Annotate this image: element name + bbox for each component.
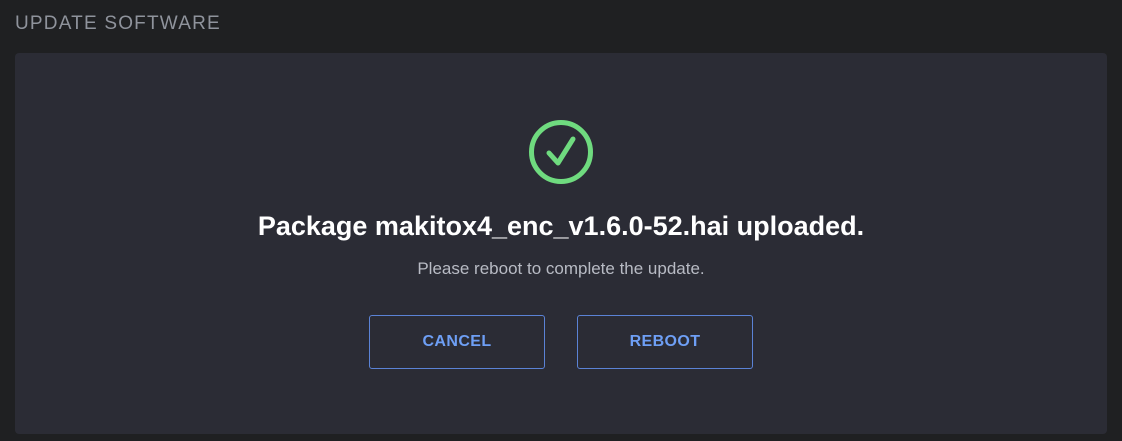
upload-result-panel: Package makitox4_enc_v1.6.0-52.hai uploa… (15, 53, 1107, 434)
update-software-page: UPDATE SOFTWARE Package makitox4_enc_v1.… (0, 0, 1122, 441)
cancel-button[interactable]: CANCEL (369, 315, 545, 369)
section-title: UPDATE SOFTWARE (15, 13, 221, 34)
check-circle-icon (529, 120, 593, 184)
upload-status-title: Package makitox4_enc_v1.6.0-52.hai uploa… (257, 211, 865, 241)
upload-status-subtitle: Please reboot to complete the update. (417, 259, 705, 278)
reboot-button[interactable]: REBOOT (577, 315, 753, 369)
